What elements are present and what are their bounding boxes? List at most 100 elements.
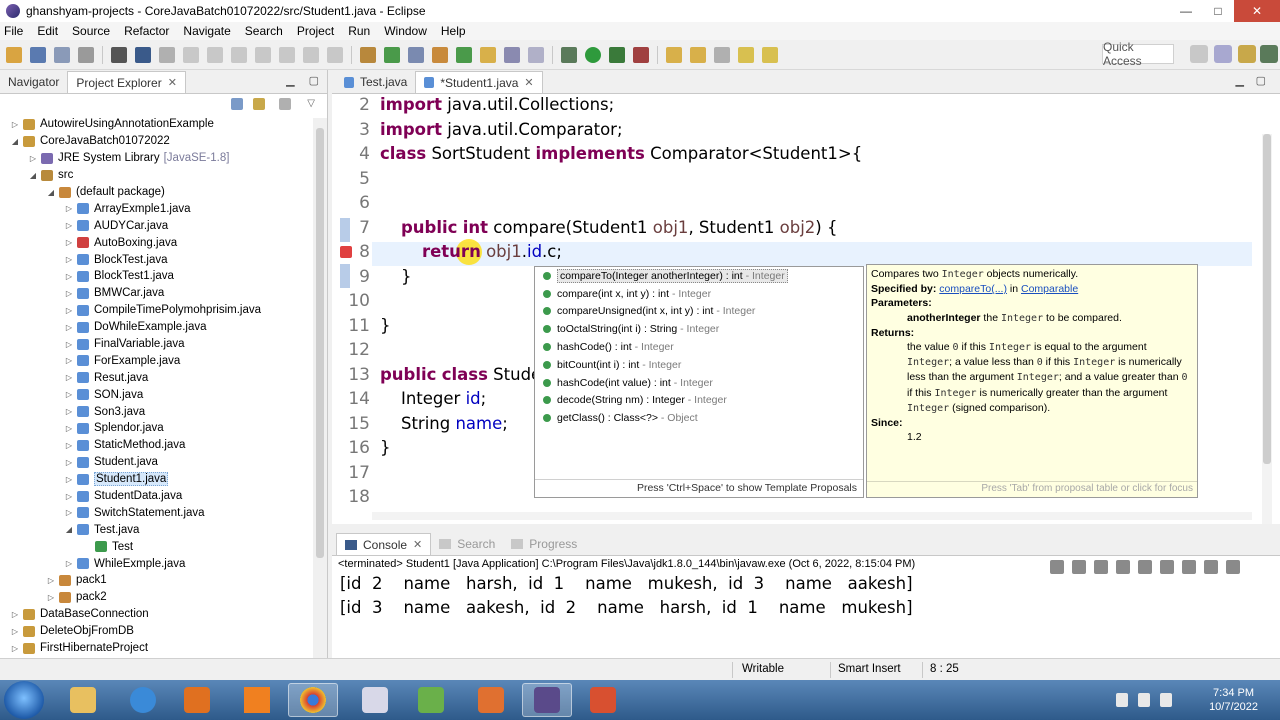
expand-toggle-icon[interactable]: ◢	[46, 188, 56, 197]
proposal-item[interactable]: decode(String nm) : Integer - Integer	[535, 392, 863, 410]
external-tools-icon[interactable]	[633, 46, 649, 63]
tree-item[interactable]: Test	[0, 538, 313, 555]
annotation-next-icon[interactable]	[666, 46, 682, 63]
expand-toggle-icon[interactable]: ▷	[64, 508, 74, 517]
tree-item[interactable]: ▷ DataBaseConnection	[0, 606, 313, 623]
expand-toggle-icon[interactable]: ▷	[64, 559, 74, 568]
terminal-icon[interactable]	[135, 46, 151, 63]
code-line[interactable]: }	[380, 267, 412, 286]
close-icon[interactable]: ✕	[413, 538, 422, 551]
open-console-icon[interactable]	[1226, 560, 1240, 574]
menu-navigate[interactable]: Navigate	[183, 24, 230, 38]
expand-toggle-icon[interactable]: ▷	[64, 356, 74, 365]
tree-item[interactable]: ▷ BlockTest1.java	[0, 268, 313, 285]
close-button[interactable]: ✕	[1234, 0, 1280, 22]
tree-item[interactable]: ▷ BlockTest.java	[0, 251, 313, 268]
expand-toggle-icon[interactable]: ▷	[28, 154, 38, 163]
forward-icon[interactable]	[762, 46, 778, 63]
tab-navigator[interactable]: Navigator	[0, 71, 67, 93]
console-view[interactable]: <terminated> Student1 [Java Application]…	[332, 556, 1280, 658]
debug-icon[interactable]	[111, 46, 127, 63]
proposal-item[interactable]: compareUnsigned(int x, int y) : int - In…	[535, 303, 863, 321]
proposal-item[interactable]: hashCode() : int - Integer	[535, 338, 863, 356]
scroll-lock-icon[interactable]	[1138, 560, 1152, 574]
menu-refactor[interactable]: Refactor	[124, 24, 169, 38]
menu-edit[interactable]: Edit	[37, 24, 58, 38]
tree-item[interactable]: ▷ SwitchStatement.java	[0, 504, 313, 521]
tree-item[interactable]: ▷ pack1	[0, 572, 313, 589]
tree-item[interactable]: ▷ SON.java	[0, 386, 313, 403]
paint-taskbar-icon[interactable]	[406, 683, 456, 717]
explorer-taskbar-icon[interactable]	[58, 683, 108, 717]
proposal-item[interactable]: compare(int x, int y) : int - Integer	[535, 285, 863, 303]
new-class-icon[interactable]	[456, 46, 472, 63]
expand-toggle-icon[interactable]: ◢	[28, 171, 38, 180]
notepad-taskbar-icon[interactable]	[350, 683, 400, 717]
maximize-editor-icon[interactable]: ▢	[1256, 74, 1266, 87]
media-player-taskbar-icon[interactable]	[172, 683, 222, 717]
tab-console[interactable]: Console ✕	[336, 533, 432, 555]
link-editor-icon[interactable]	[253, 98, 265, 110]
remove-all-icon[interactable]	[1094, 560, 1108, 574]
expand-toggle-icon[interactable]: ▷	[64, 323, 74, 332]
tree-item[interactable]: ▷ DoWhileExample.java	[0, 319, 313, 336]
expand-toggle-icon[interactable]: ▷	[46, 576, 56, 585]
expand-toggle-icon[interactable]: ▷	[64, 475, 74, 484]
powerpoint-taskbar-icon[interactable]	[578, 683, 628, 717]
comparable-link[interactable]: Comparable	[1021, 283, 1078, 295]
start-button[interactable]	[4, 681, 44, 719]
refresh-icon[interactable]	[384, 46, 400, 63]
collapse-all-icon[interactable]	[231, 98, 243, 110]
tree-item[interactable]: ◢ CoreJavaBatch01072022	[0, 133, 313, 150]
tree-item[interactable]: ▷ ForExample.java	[0, 352, 313, 369]
terminate-icon[interactable]	[231, 46, 247, 63]
step-into-icon[interactable]	[279, 46, 295, 63]
step-return-icon[interactable]	[327, 46, 343, 63]
open-perspective-icon[interactable]	[1190, 45, 1208, 63]
code-line[interactable]: String name;	[380, 414, 508, 433]
tree-item[interactable]: ▷ CompileTimePolymohprisim.java	[0, 302, 313, 319]
run-icon[interactable]	[585, 46, 601, 63]
expand-toggle-icon[interactable]: ▷	[64, 441, 74, 450]
expand-toggle-icon[interactable]: ▷	[46, 593, 56, 602]
clock[interactable]: 7:34 PM 10/7/2022	[1209, 686, 1258, 714]
eclipse-taskbar-icon[interactable]	[522, 683, 572, 717]
proposal-item[interactable]: getClass() : Class<?> - Object	[535, 409, 863, 427]
new-icon[interactable]	[6, 46, 22, 63]
tree-item[interactable]: ▷ ArrayExmple1.java	[0, 200, 313, 217]
code-line[interactable]: import java.util.Collections;	[380, 95, 614, 114]
editor-scrollbar[interactable]	[1262, 134, 1272, 524]
step-over-icon[interactable]	[303, 46, 319, 63]
code-line[interactable]: Integer id;	[380, 389, 486, 408]
maximize-button[interactable]: □	[1202, 0, 1234, 22]
explorer-scrollbar[interactable]	[313, 118, 327, 658]
open-task-icon[interactable]	[528, 46, 544, 63]
package-icon[interactable]	[360, 46, 376, 63]
battery-icon[interactable]	[1116, 693, 1128, 707]
search-icon[interactable]	[504, 46, 520, 63]
expand-toggle-icon[interactable]: ▷	[64, 407, 74, 416]
minimize-button[interactable]: —	[1170, 0, 1202, 22]
chrome-taskbar-icon[interactable]	[288, 683, 338, 717]
expand-toggle-icon[interactable]: ▷	[64, 306, 74, 315]
tree-item[interactable]: ▷ FirstHibernateProject	[0, 640, 313, 657]
tree-item[interactable]: ▷ Splendor.java	[0, 420, 313, 437]
ie-taskbar-icon[interactable]	[118, 683, 168, 717]
menu-run[interactable]: Run	[348, 24, 370, 38]
expand-toggle-icon[interactable]: ▷	[10, 644, 20, 653]
tree-item[interactable]: ▷ FinalVariable.java	[0, 336, 313, 353]
java-perspective-icon[interactable]	[1238, 45, 1256, 63]
tree-item[interactable]: ▷ AUDYCar.java	[0, 217, 313, 234]
volume-icon[interactable]	[1160, 693, 1172, 707]
presentation-taskbar-icon[interactable]	[466, 683, 516, 717]
editor-hscrollbar[interactable]	[372, 512, 1252, 520]
maximize-view-icon[interactable]: ▢	[309, 74, 319, 87]
expand-toggle-icon[interactable]: ▷	[10, 610, 20, 619]
expand-toggle-icon[interactable]: ▷	[64, 340, 74, 349]
proposal-item[interactable]: hashCode(int value) : int - Integer	[535, 374, 863, 392]
minimize-view-icon[interactable]: ▁	[286, 74, 294, 87]
word-wrap-icon[interactable]	[1160, 560, 1174, 574]
coverage-icon[interactable]	[609, 46, 625, 63]
proposal-item[interactable]: toOctalString(int i) : String - Integer	[535, 320, 863, 338]
new-java-project-icon[interactable]	[408, 46, 424, 63]
